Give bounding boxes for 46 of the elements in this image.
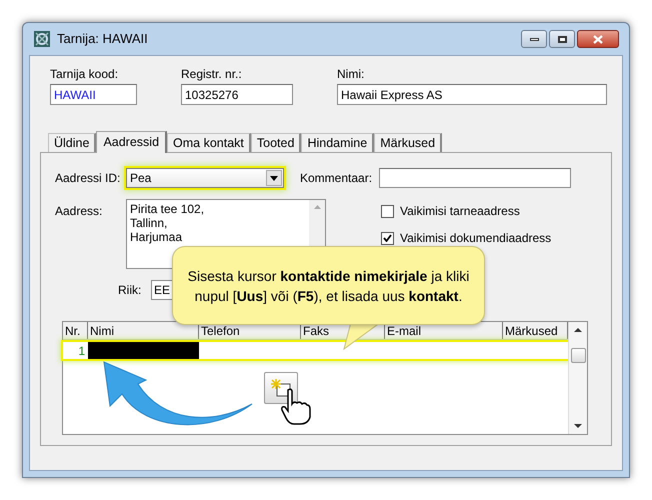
maximize-button[interactable] [549,30,575,48]
minimize-button[interactable] [521,30,547,48]
tab[interactable]: Tooted [250,133,302,152]
field-label: Kommentaar: [300,170,374,187]
address-line: Pirita tee 102, [130,202,206,216]
comment-field[interactable] [379,168,571,188]
hand-cursor-icon [280,388,312,426]
field-label: Aadressi ID: [55,170,122,187]
caret-icon [270,176,278,180]
checkbox-label: Vaikimisi tarneaadress [400,203,520,220]
field-label: Aadress: [55,203,104,220]
dropdown-arrow-button[interactable] [266,170,282,186]
dropdown-value: Pea [130,170,152,187]
close-button[interactable] [577,30,619,48]
scroll-up-icon [574,328,582,332]
close-icon [593,34,603,44]
field-label: Nimi: [337,66,366,83]
table-row[interactable]: 1 [63,342,568,359]
checkbox-label: Vaikimisi dokumendiaadress [400,230,552,247]
tab[interactable]: Aadressid [96,131,168,153]
field-label: Riik: [118,282,142,299]
app-icon [33,30,51,48]
scroll-down-icon [574,424,582,428]
scroll-up-icon [314,205,320,209]
tab[interactable]: Märkused [374,133,442,152]
checkbox[interactable] [381,204,394,218]
scrollbar[interactable] [568,322,587,434]
tab[interactable]: Hindamine [301,133,374,152]
new-button[interactable] [264,372,298,404]
address-line: Tallinn, [130,216,168,230]
scroll-thumb[interactable] [570,348,586,364]
address-line: Harjumaa [130,230,184,244]
text-field[interactable]: HAWAII [50,84,137,105]
checkbox[interactable] [381,232,394,244]
field-value: EE [154,282,170,299]
column-header[interactable]: Nr. [63,322,88,339]
text-field[interactable]: Hawaii Express AS [337,84,607,105]
window-title: Tarnija: HAWAII [57,30,148,48]
contacts-table[interactable]: Nr. Nimi Telefon Faks E-mail Märkused 1 [62,321,588,435]
address-id-dropdown[interactable]: Pea [126,168,284,188]
tab[interactable]: Oma kontakt [167,133,251,152]
text-field[interactable]: 10325276 [181,84,293,105]
table-cell-text: 1 [77,343,86,359]
field-label: Tarnija kood: [50,66,120,83]
field-label: Registr. nr.: [181,66,243,83]
callout-text: Sisesta kursor kontaktide nimekirjale ja kliki nupul [Uus] või (F5), et lisada uus kontakt. [186,266,470,306]
